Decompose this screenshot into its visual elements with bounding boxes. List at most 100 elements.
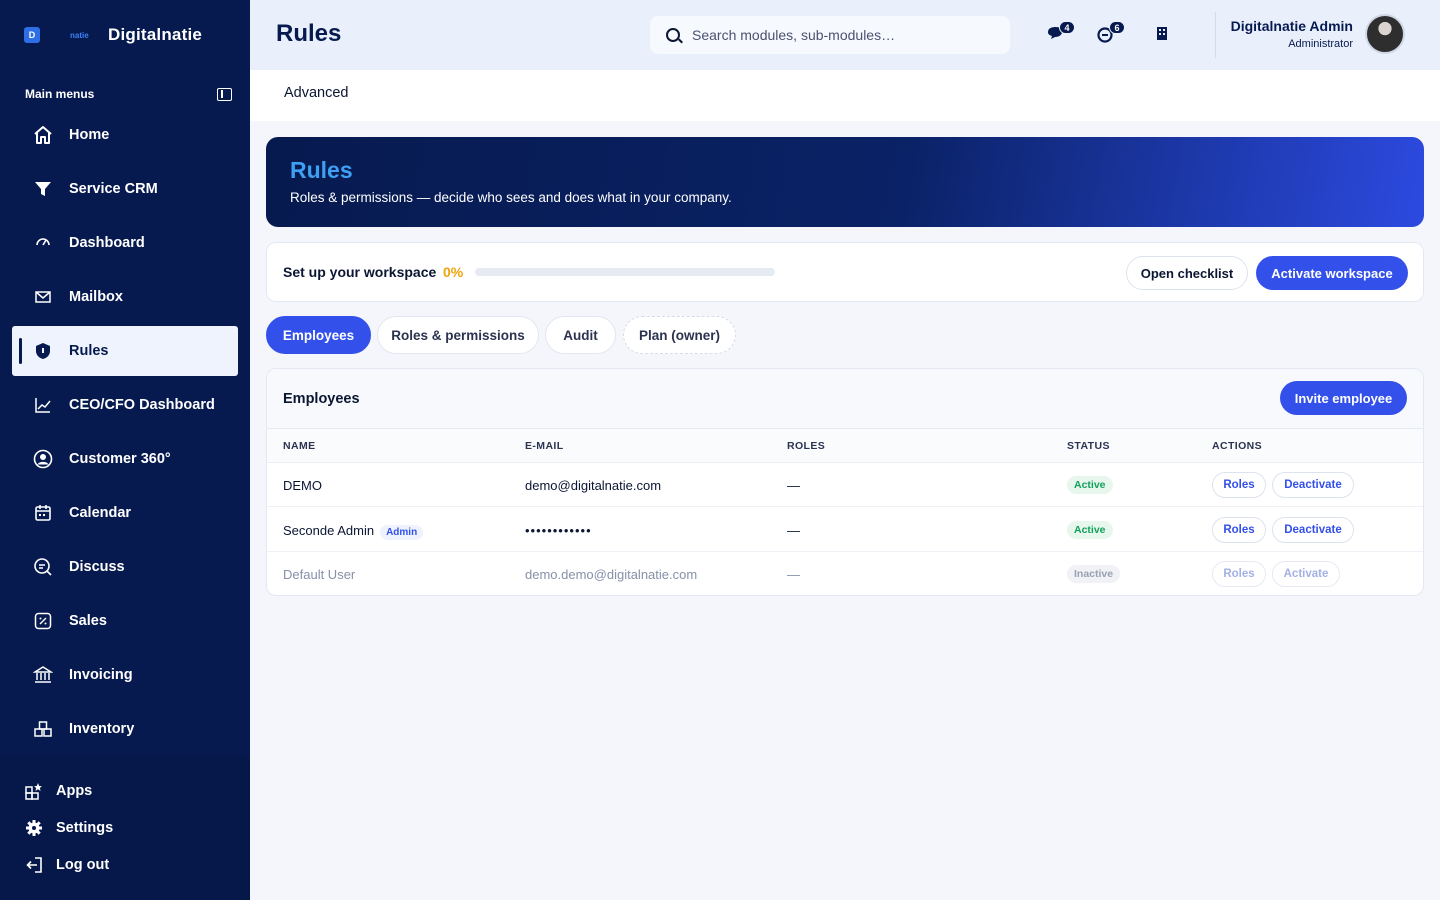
messages-badge: 4: [1059, 21, 1075, 34]
calendar-icon: [32, 502, 54, 524]
main-menus-heading: Main menus: [25, 87, 95, 101]
sub-navigation: Advanced: [250, 70, 1440, 121]
percent-icon: [32, 610, 54, 632]
status-badge: Active: [1067, 476, 1113, 494]
employee-name-text: Default User: [283, 567, 356, 582]
bank-icon: [32, 664, 54, 686]
sidebar-item-label: Log out: [56, 857, 110, 873]
sidebar-item-mailbox[interactable]: Mailbox: [12, 272, 238, 322]
sidebar-item-service-crm[interactable]: Service CRM: [12, 164, 238, 214]
hero-subtitle: Roles & permissions — decide who sees an…: [290, 190, 732, 205]
messages-button[interactable]: 4: [1047, 21, 1075, 44]
hero-title: Rules: [290, 157, 353, 183]
sidebar-item-label: Inventory: [69, 721, 135, 737]
sidebar-item-settings[interactable]: Settings: [24, 817, 113, 839]
sidebar-bottom: Apps Settings Log out: [0, 755, 250, 900]
brand-logo-icon: D: [24, 27, 40, 43]
gauge-icon: [32, 232, 54, 254]
sidebar-nav: Home Service CRM Dashboard Mailbox Rules…: [12, 110, 238, 758]
tab-employees[interactable]: Employees: [266, 316, 371, 354]
roles-button[interactable]: Roles: [1212, 561, 1266, 587]
sidebar-item-rules[interactable]: Rules: [12, 326, 238, 376]
table-row: Default User demo.demo@digitalnatie.com …: [267, 552, 1423, 595]
tab-audit[interactable]: Audit: [545, 316, 616, 354]
sidebar-item-invoicing[interactable]: Invoicing: [12, 650, 238, 700]
column-actions: ACTIONS: [1212, 440, 1263, 452]
sidebar-item-label: Settings: [56, 820, 114, 836]
employee-email: ••••••••••••: [525, 523, 592, 538]
employee-name-text: DEMO: [283, 478, 322, 493]
search-icon: [666, 28, 680, 42]
roles-button[interactable]: Roles: [1212, 472, 1266, 498]
column-name: NAME: [283, 440, 316, 452]
invite-employee-button[interactable]: Invite employee: [1280, 381, 1407, 415]
status-badge: Active: [1067, 521, 1113, 539]
setup-progress-bar: [475, 268, 775, 276]
brand-logo-text: natie: [70, 30, 89, 40]
home-icon: [32, 124, 54, 146]
employee-name-text: Seconde Admin: [283, 523, 375, 538]
search-bar[interactable]: [650, 16, 1010, 54]
sidebar-item-sales[interactable]: Sales: [12, 596, 238, 646]
brand-name: Digitalnatie: [108, 25, 203, 44]
user-name: Digitalnatie Admin: [1230, 18, 1353, 34]
workspace-setup-card: Set up your workspace 0% Open checklist …: [266, 242, 1424, 302]
employees-card-header: Employees Invite employee: [267, 369, 1423, 429]
boxes-icon: [32, 718, 54, 740]
setup-label: Set up your workspace: [283, 264, 437, 280]
column-roles: ROLES: [787, 440, 826, 452]
building-icon: [1157, 27, 1167, 40]
sidebar-item-calendar[interactable]: Calendar: [12, 488, 238, 538]
sidebar-item-label: Service CRM: [69, 181, 158, 197]
employee-name: Default User: [283, 567, 355, 582]
sidebar-item-discuss[interactable]: Discuss: [12, 542, 238, 592]
avatar[interactable]: [1365, 14, 1405, 54]
admin-tag: Admin: [380, 525, 424, 540]
sidebar-item-label: Apps: [56, 783, 93, 799]
table-row: DEMO demo@digitalnatie.com — Active Role…: [267, 463, 1423, 507]
tab-advanced[interactable]: Advanced: [284, 85, 349, 101]
company-button[interactable]: [1155, 24, 1177, 44]
notifications-button[interactable]: 6: [1097, 21, 1125, 44]
user-role: Administrator: [1288, 38, 1353, 50]
activate-workspace-button[interactable]: Activate workspace: [1256, 256, 1408, 290]
divider: [1215, 12, 1216, 58]
employee-email: demo@digitalnatie.com: [525, 478, 662, 493]
hero-banner: Rules Roles & permissions — decide who s…: [266, 137, 1424, 227]
tab-plan-owner[interactable]: Plan (owner): [623, 316, 736, 354]
employee-name: DEMO: [283, 478, 322, 493]
sidebar-item-label: CEO/CFO Dashboard: [69, 397, 215, 413]
sidebar-item-label: Mailbox: [69, 289, 123, 305]
table-row: Seconde Admin Admin •••••••••••• — Active…: [267, 508, 1423, 552]
sidebar-item-customer-360[interactable]: Customer 360°: [12, 434, 238, 484]
activate-button[interactable]: Activate: [1272, 561, 1340, 587]
open-checklist-button[interactable]: Open checklist: [1126, 256, 1248, 290]
notifications-badge: 6: [1109, 21, 1125, 34]
sidebar-item-home[interactable]: Home: [12, 110, 238, 160]
shield-icon: [32, 340, 54, 362]
sidebar-collapse-icon[interactable]: [217, 88, 232, 101]
sidebar-item-apps[interactable]: Apps: [24, 780, 92, 802]
sidebar: D natie Digitalnatie Main menus Home Ser…: [0, 0, 250, 900]
sidebar-item-dashboard[interactable]: Dashboard: [12, 218, 238, 268]
roles-button[interactable]: Roles: [1212, 517, 1266, 543]
sidebar-item-inventory[interactable]: Inventory: [12, 704, 238, 754]
chart-line-icon: [32, 394, 54, 416]
apps-icon: [24, 781, 44, 801]
gear-icon: [24, 818, 44, 838]
status-badge: Inactive: [1067, 565, 1121, 583]
search-input[interactable]: [692, 27, 992, 43]
sidebar-item-ceo-cfo-dashboard[interactable]: CEO/CFO Dashboard: [12, 380, 238, 430]
page-title: Rules: [276, 20, 342, 47]
brand[interactable]: D natie Digitalnatie: [24, 24, 202, 46]
sidebar-item-label: Dashboard: [69, 235, 145, 251]
deactivate-button[interactable]: Deactivate: [1272, 517, 1354, 543]
column-email: E-MAIL: [525, 440, 564, 452]
deactivate-button[interactable]: Deactivate: [1272, 472, 1354, 498]
employee-roles: —: [787, 567, 800, 582]
tab-roles-permissions[interactable]: Roles & permissions: [377, 316, 539, 354]
sidebar-item-logout[interactable]: Log out: [24, 854, 109, 876]
employee-roles: —: [787, 478, 800, 493]
mail-icon: [32, 286, 54, 308]
employees-title: Employees: [283, 391, 360, 407]
